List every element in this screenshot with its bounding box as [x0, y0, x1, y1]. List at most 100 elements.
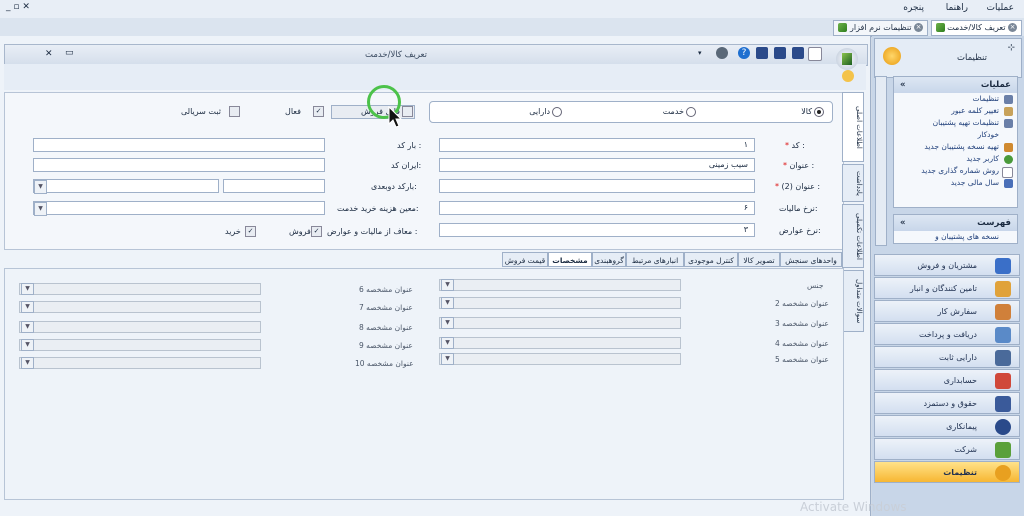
vtab-notes[interactable]: یادداشت [842, 164, 864, 202]
tax-rate-input[interactable]: ۶ [439, 201, 755, 215]
chevron-down-icon: ▼ [441, 353, 454, 365]
close-icon[interactable]: × [1008, 23, 1017, 32]
list-header[interactable]: فهرست « [894, 215, 1017, 231]
dropdown-chevron-icon[interactable]: ▾ [698, 49, 710, 61]
tab-warehouses[interactable]: انبارهای مرتبط [626, 252, 684, 267]
tab-sale-price[interactable]: قیمت فروش [502, 252, 548, 267]
collapse-icon[interactable]: « [900, 77, 906, 93]
new-backup-icon [1004, 143, 1013, 152]
menu-operations[interactable]: عملیات [987, 3, 1014, 13]
exempt-buy-checkbox[interactable]: ✓ [245, 226, 256, 237]
pin-icon[interactable]: ⊹ [1007, 43, 1015, 53]
barcode2-type-select[interactable] [33, 179, 219, 193]
nav-settings[interactable]: تنظیمات [874, 461, 1020, 483]
tab-product-definition[interactable]: تعریف کالا/خدمت × [930, 20, 1022, 36]
radio-goods[interactable] [814, 107, 824, 117]
chevron-down-icon: ▼ [441, 279, 454, 291]
active-checkbox[interactable]: ✓ [313, 106, 324, 117]
window-restore-icon[interactable]: ▭ [65, 48, 74, 58]
nav-receipts-payments[interactable]: دریافت و پرداخت [874, 323, 1020, 345]
sidebar-item-new-user[interactable]: کاربر جدید [894, 153, 1017, 165]
save-new-icon[interactable] [774, 47, 786, 59]
menu-help[interactable]: راهنما [946, 3, 968, 13]
product-icon [935, 23, 945, 32]
customers-icon [995, 258, 1011, 274]
sidebar-item-change-password[interactable]: تغییر کلمه عبور [894, 105, 1017, 117]
assets-icon [995, 350, 1011, 366]
unsold-checkbox[interactable] [402, 106, 413, 117]
code-input[interactable]: ۱ [439, 138, 755, 152]
spec-field [19, 283, 261, 295]
window-close-icon[interactable]: ✕ [45, 49, 53, 59]
list-section: فهرست « نسخه های پشتیبان و [893, 214, 1018, 244]
tab-software-settings[interactable]: تنظیمات نرم افزار × [833, 20, 928, 36]
sidebar-item-numbering[interactable]: روش شماره گذاری جدید [894, 165, 1017, 178]
exempt-sale-checkbox[interactable]: ✓ [311, 226, 322, 237]
toolbar: ? ▾ [4, 47, 866, 90]
tools-icon[interactable] [716, 47, 728, 59]
tab-units[interactable]: واحدهای سنجش [780, 252, 842, 267]
spec-label: عنوان مشخصه 9 [359, 341, 413, 350]
menu-window[interactable]: پنجره [903, 3, 924, 13]
nav-fixed-assets[interactable]: دارایی ثابت [874, 346, 1020, 368]
spec-field [439, 337, 681, 349]
contracting-icon [995, 419, 1011, 435]
nav-payroll[interactable]: حقوق و دستمزد [874, 392, 1020, 414]
serial-checkbox[interactable] [229, 106, 240, 117]
settings-icon [1004, 95, 1013, 104]
vtab-faq[interactable]: سوالات متداول [842, 270, 864, 332]
iran-code-input[interactable] [33, 158, 325, 172]
new-icon[interactable] [808, 47, 822, 61]
window-controls[interactable]: _ ▫ ✕ [6, 2, 30, 12]
tab-image[interactable]: تصویر کالا [738, 252, 780, 267]
save-close-icon[interactable] [756, 47, 768, 59]
nav-work-orders[interactable]: سفارش کار [874, 300, 1020, 322]
sidebar-item-backups[interactable]: نسخه های پشتیبان و [894, 231, 1017, 243]
spec-field [439, 279, 681, 291]
barcode-input[interactable] [33, 138, 325, 152]
sidebar-item-new-backup[interactable]: تهیه نسخه پشتیبان جدید [894, 141, 1017, 153]
service-cost-select[interactable] [33, 201, 325, 215]
vtab-extra-info[interactable]: اطلاعات تکمیلی [842, 204, 864, 268]
spec-label: عنوان مشخصه 10 [355, 359, 414, 368]
tab-specs[interactable]: مشخصات [548, 252, 592, 267]
nav-contracting[interactable]: پیمانکاری [874, 415, 1020, 437]
nav-company[interactable]: شرکت [874, 438, 1020, 460]
code-label: * کد : [785, 141, 805, 150]
close-icon[interactable]: × [914, 23, 923, 32]
iran-code-label: ایران کد: [391, 161, 422, 170]
collapse-icon[interactable]: « [900, 215, 906, 231]
nav-accounting[interactable]: حسابداری [874, 369, 1020, 391]
sidebar-item-auto[interactable]: خودکار [894, 129, 1017, 141]
barcode2-label: بارکد دوبعدی: [371, 182, 417, 191]
chevron-down-icon[interactable]: ▼ [34, 202, 47, 216]
chevron-down-icon[interactable]: ▼ [34, 180, 47, 194]
operations-header[interactable]: عملیات « [894, 77, 1017, 93]
main-info-panel: کالا خدمت دارایی قابل فروش ✓ فعال ثبت سر… [4, 92, 844, 250]
barcode2-input[interactable] [223, 179, 325, 193]
spec-field [439, 353, 681, 365]
sidebar-item-backup-settings[interactable]: تنظیمات تهیه پشتیبان [894, 117, 1017, 129]
tab-stock[interactable]: کنترل موجودی [684, 252, 738, 267]
nav-customers-sales[interactable]: مشتریان و فروش [874, 254, 1020, 276]
spec-label: جنس [807, 281, 824, 290]
duty-rate-input[interactable]: ۳ [439, 223, 755, 237]
name-input[interactable]: سیب زمینی [439, 158, 755, 172]
nav-suppliers-warehouse[interactable]: تامین کنندگان و انبار [874, 277, 1020, 299]
image-icon[interactable] [842, 70, 854, 82]
save-icon[interactable] [792, 47, 804, 59]
spec-field [19, 301, 261, 313]
calendar-icon [1004, 179, 1013, 188]
help-icon[interactable]: ? [738, 47, 750, 59]
radio-asset[interactable] [552, 107, 562, 117]
sidebar-scrollbar[interactable] [875, 76, 887, 246]
name2-label: * عنوان (2) : [775, 182, 821, 191]
tab-grouping[interactable]: گروهبندی [592, 252, 626, 267]
chevron-down-icon: ▼ [21, 283, 34, 295]
vtab-main-info[interactable]: اطلاعات اصلی [842, 92, 864, 162]
radio-service[interactable] [686, 107, 696, 117]
name2-input[interactable] [439, 179, 755, 193]
chevron-down-icon: ▼ [21, 321, 34, 333]
sidebar-item-settings[interactable]: تنظیمات [894, 93, 1017, 105]
sidebar-item-new-fiscal-year[interactable]: سال مالی جدید [894, 177, 1017, 189]
